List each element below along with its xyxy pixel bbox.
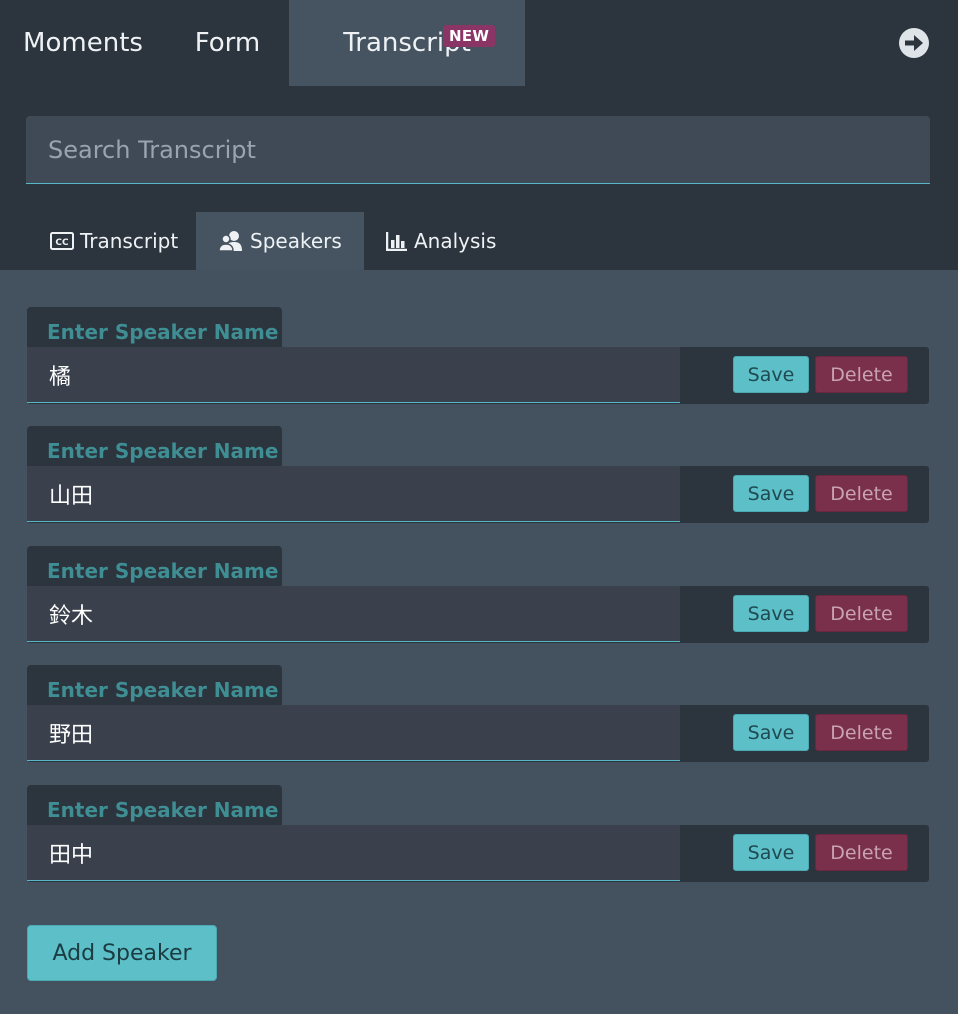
speaker-item: Enter Speaker Name Save Delete	[27, 426, 929, 523]
search-transcript-input[interactable]	[26, 116, 930, 184]
subtab-analysis-label: Analysis	[414, 229, 497, 253]
speaker-name-label: Enter Speaker Name	[27, 665, 282, 707]
users-icon	[218, 231, 242, 252]
speaker-name-label: Enter Speaker Name	[27, 546, 282, 588]
subtab-speakers-label: Speakers	[250, 229, 342, 253]
delete-button[interactable]: Delete	[815, 834, 908, 871]
speaker-name-input[interactable]	[27, 586, 680, 642]
speaker-item: Enter Speaker Name Save Delete	[27, 665, 929, 762]
subtab-analysis[interactable]: Analysis	[364, 212, 524, 270]
subtab-transcript[interactable]: CC Transcript	[26, 212, 196, 270]
tab-moments-label: Moments	[23, 28, 143, 58]
tab-form-label: Form	[194, 28, 261, 58]
speaker-name-input[interactable]	[27, 825, 680, 881]
speaker-item: Enter Speaker Name Save Delete	[27, 785, 929, 882]
speaker-row: Save Delete	[27, 347, 929, 404]
speaker-name-input[interactable]	[27, 347, 680, 403]
transcript-header: CC Transcript Speakers Analysis	[0, 86, 958, 270]
save-button[interactable]: Save	[733, 595, 809, 632]
cc-icon: CC	[50, 232, 74, 250]
arrow-right-circle-icon[interactable]	[898, 27, 930, 59]
tab-moments[interactable]: Moments	[0, 0, 166, 86]
speaker-row: Save Delete	[27, 586, 929, 643]
speaker-row: Save Delete	[27, 466, 929, 523]
speaker-name-label: Enter Speaker Name	[27, 307, 282, 349]
speaker-name-label: Enter Speaker Name	[27, 426, 282, 468]
delete-button[interactable]: Delete	[815, 475, 908, 512]
speaker-name-input[interactable]	[27, 705, 680, 761]
speaker-row: Save Delete	[27, 825, 929, 882]
subtab-speakers[interactable]: Speakers	[196, 212, 364, 270]
add-speaker-button[interactable]: Add Speaker	[27, 925, 217, 981]
subtab-transcript-label: Transcript	[80, 229, 179, 253]
save-button[interactable]: Save	[733, 834, 809, 871]
speaker-item: Enter Speaker Name Save Delete	[27, 307, 929, 404]
svg-text:CC: CC	[55, 238, 69, 248]
tab-form[interactable]: Form	[166, 0, 289, 86]
bar-chart-icon	[386, 232, 407, 251]
top-nav: Moments Form Transcript NEW	[0, 0, 958, 86]
save-button[interactable]: Save	[733, 714, 809, 751]
speaker-item: Enter Speaker Name Save Delete	[27, 546, 929, 643]
save-button[interactable]: Save	[733, 356, 809, 393]
speaker-row: Save Delete	[27, 705, 929, 762]
delete-button[interactable]: Delete	[815, 714, 908, 751]
new-badge: NEW	[443, 25, 496, 47]
delete-button[interactable]: Delete	[815, 595, 908, 632]
delete-button[interactable]: Delete	[815, 356, 908, 393]
speaker-name-input[interactable]	[27, 466, 680, 522]
save-button[interactable]: Save	[733, 475, 809, 512]
speaker-name-label: Enter Speaker Name	[27, 785, 282, 827]
